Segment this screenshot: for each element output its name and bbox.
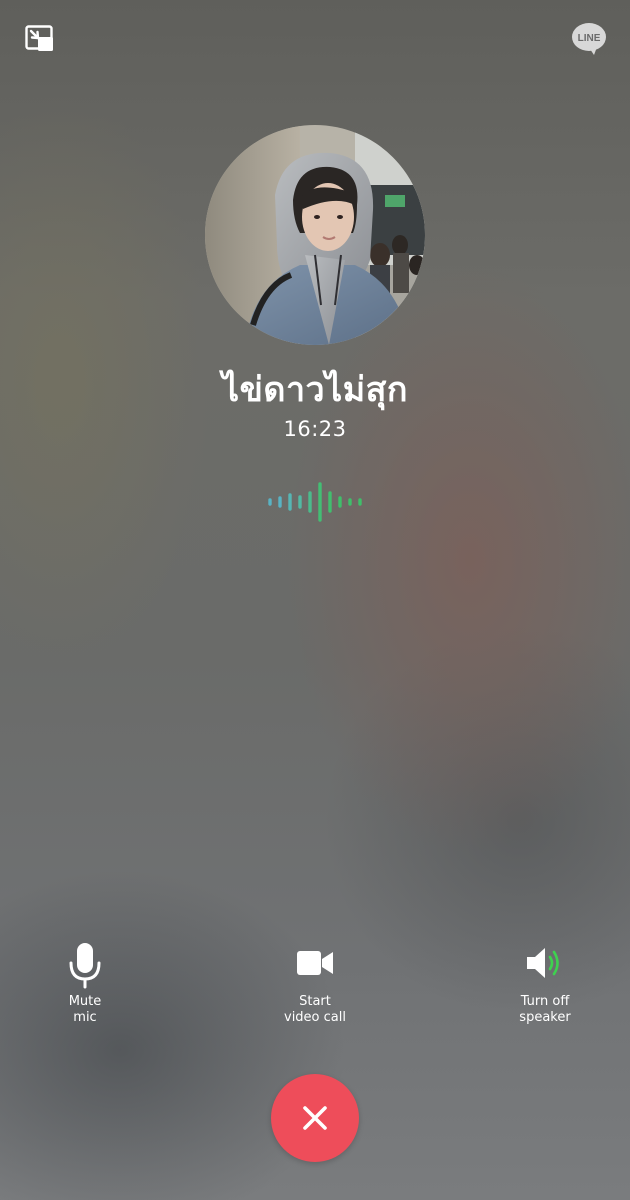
avatar-photo	[205, 125, 425, 345]
mute-mic-label: Mute mic	[68, 994, 102, 1025]
microphone-icon	[10, 935, 160, 991]
mute-mic-button[interactable]: Mute mic	[10, 935, 160, 1026]
top-bar: LINE	[0, 0, 630, 80]
close-x-icon	[303, 1106, 327, 1130]
call-controls: Mute mic Start video call Turn off speak…	[0, 935, 630, 1045]
caller-avatar	[205, 125, 425, 345]
minimize-window-icon	[25, 25, 53, 51]
line-logo: LINE	[570, 22, 608, 56]
end-call-button[interactable]	[271, 1074, 359, 1162]
speaker-on-icon	[470, 935, 620, 991]
speaker-toggle-button[interactable]: Turn off speaker	[470, 935, 620, 1026]
start-video-call-label: Start video call	[284, 994, 346, 1025]
line-logo-icon: LINE	[572, 23, 606, 55]
speaker-toggle-label: Turn off speaker	[519, 994, 571, 1025]
minimize-button[interactable]	[24, 24, 56, 56]
line-logo-text: LINE	[578, 33, 601, 44]
audio-waveform	[260, 480, 370, 524]
caller-name: ไข่ดาวไม่สุก	[222, 370, 408, 410]
start-video-call-button[interactable]: Start video call	[240, 935, 390, 1026]
call-timer: 16:23	[283, 417, 347, 441]
video-camera-icon	[240, 935, 390, 991]
